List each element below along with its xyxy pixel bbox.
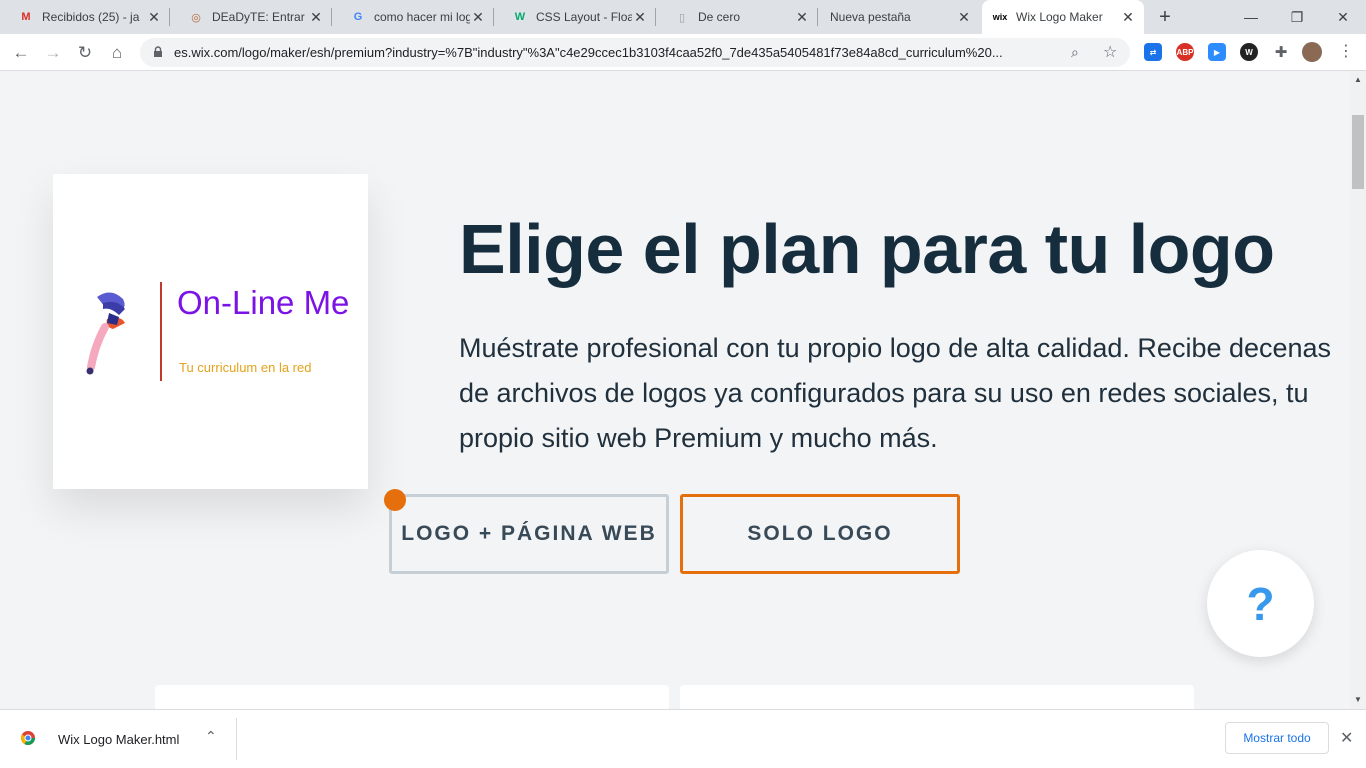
scroll-up-arrow-icon[interactable]: ▲ xyxy=(1350,73,1366,87)
page-content: On-Line Me Tu curriculum en la red Elige… xyxy=(0,71,1350,709)
restore-button[interactable]: ❐ xyxy=(1274,0,1320,34)
extensions-puzzle-icon[interactable]: ✚ xyxy=(1272,43,1290,61)
home-button[interactable]: ⌂ xyxy=(104,40,130,66)
tab-google-search[interactable]: G como hacer mi log ✕ xyxy=(332,0,494,34)
tab-title: Nueva pestaña xyxy=(830,10,911,24)
page-description: Muéstrate profesional con tu propio logo… xyxy=(459,333,1332,453)
adblock-extension-icon[interactable]: ABP xyxy=(1176,43,1194,61)
tab-wix-logo-maker[interactable]: wix Wix Logo Maker ✕ xyxy=(982,0,1144,34)
scrollbar-thumb[interactable] xyxy=(1352,115,1364,189)
tab-strip: M Recibidos (25) - ja ✕ ◎ DEaDyTE: Entra… xyxy=(0,0,1366,34)
browser-toolbar: ← → ↻ ⌂ es.wix.com/logo/maker/esh/premiu… xyxy=(0,34,1366,71)
tab-nueva-pestana[interactable]: Nueva pestaña ✕ xyxy=(818,0,980,34)
tab-w3schools[interactable]: W CSS Layout - Float ✕ xyxy=(494,0,656,34)
wordpress-extension-icon[interactable]: W xyxy=(1240,43,1258,61)
w3schools-icon: W xyxy=(514,11,526,23)
gmail-icon: M xyxy=(21,11,31,23)
tab-title: como hacer mi log xyxy=(374,10,470,24)
back-button[interactable]: ← xyxy=(8,40,34,66)
show-all-downloads-button[interactable]: Mostrar todo xyxy=(1225,722,1329,754)
tab-title: Recibidos (25) - ja xyxy=(42,10,140,24)
close-window-button[interactable]: ✕ xyxy=(1320,0,1366,34)
tab-title: Wix Logo Maker xyxy=(1016,10,1103,24)
tab-title: DEaDyTE: Entrar al xyxy=(212,10,308,24)
google-icon: G xyxy=(353,11,363,23)
chrome-file-icon xyxy=(21,731,35,745)
close-download-bar-icon[interactable]: ✕ xyxy=(1340,728,1353,748)
download-separator xyxy=(236,718,237,760)
scroll-down-arrow-icon[interactable]: ▼ xyxy=(1350,693,1366,707)
page-scrollbar[interactable]: ▲ ▼ xyxy=(1350,71,1366,709)
chevron-up-icon[interactable]: ⌃ xyxy=(205,728,217,745)
logo-preview-card: On-Line Me Tu curriculum en la red xyxy=(53,174,368,489)
browser-menu-icon[interactable]: ⋮ xyxy=(1338,42,1354,62)
close-tab-icon[interactable]: ✕ xyxy=(794,9,810,26)
tab-title: CSS Layout - Float xyxy=(536,10,632,24)
document-icon: ▯ xyxy=(678,11,686,24)
logo-tagline: Tu curriculum en la red xyxy=(179,360,312,375)
download-bar: Wix Logo Maker.html ⌃ Mostrar todo ✕ xyxy=(0,709,1366,768)
university-seal-icon: ◎ xyxy=(191,11,201,24)
close-tab-icon[interactable]: ✕ xyxy=(956,9,972,26)
minimize-button[interactable]: — xyxy=(1228,0,1274,34)
logo-only-button[interactable]: SOLO LOGO xyxy=(680,494,960,574)
logo-name: On-Line Me xyxy=(177,284,350,321)
logo-plus-website-button[interactable]: LOGO + PÁGINA WEB xyxy=(389,494,669,574)
help-button[interactable]: ? xyxy=(1207,550,1314,657)
wix-icon: wix xyxy=(992,12,1008,22)
close-tab-icon[interactable]: ✕ xyxy=(470,9,486,26)
close-tab-icon[interactable]: ✕ xyxy=(308,9,324,26)
logo-divider xyxy=(160,282,162,381)
download-filename[interactable]: Wix Logo Maker.html xyxy=(58,732,179,747)
plan-card xyxy=(155,685,669,709)
url-text: es.wix.com/logo/maker/esh/premium?indust… xyxy=(174,45,1003,60)
close-tab-icon[interactable]: ✕ xyxy=(632,9,648,26)
zoom-meetings-extension-icon[interactable]: ▶ xyxy=(1208,43,1226,61)
plan-card xyxy=(680,685,1194,709)
tab-gmail[interactable]: M Recibidos (25) - ja ✕ xyxy=(0,0,170,34)
tab-title: De cero xyxy=(698,10,741,24)
close-tab-icon[interactable]: ✕ xyxy=(146,9,162,26)
address-bar[interactable]: es.wix.com/logo/maker/esh/premium?indust… xyxy=(140,38,1130,67)
bookmark-star-icon[interactable]: ☆ xyxy=(1103,42,1117,62)
tab-deadyte[interactable]: ◎ DEaDyTE: Entrar al ✕ xyxy=(170,0,332,34)
notification-dot xyxy=(384,489,406,511)
logo-figure-icon xyxy=(86,292,125,375)
new-tab-button[interactable]: + xyxy=(1154,6,1176,28)
close-tab-icon[interactable]: ✕ xyxy=(1120,9,1136,26)
forward-button[interactable]: → xyxy=(40,40,66,66)
reload-button[interactable]: ↻ xyxy=(72,40,98,66)
tab-de-cero[interactable]: ▯ De cero ✕ xyxy=(656,0,818,34)
profile-avatar[interactable] xyxy=(1302,42,1322,62)
translate-extension-icon[interactable]: ⇄ xyxy=(1144,43,1162,61)
page-title: Elige el plan para tu logo xyxy=(459,210,1275,288)
lock-icon xyxy=(154,46,162,57)
zoom-icon[interactable]: ⌕ xyxy=(1071,44,1079,61)
